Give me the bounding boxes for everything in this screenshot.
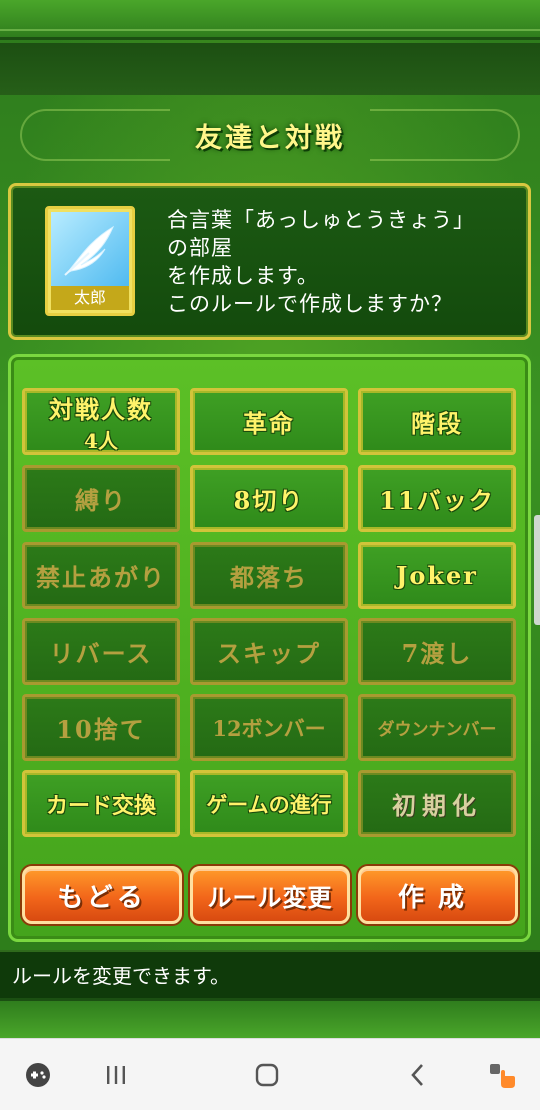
rule-eight-cut-label: 8切り	[233, 486, 305, 515]
rule-stairs-label: 階段	[411, 409, 463, 438]
room-line: の部屋	[167, 236, 233, 260]
reset-rules-label: 初期化	[392, 791, 482, 820]
rule-down-number-button[interactable]: ダウンナンバー	[358, 694, 516, 761]
top-decoration	[0, 0, 540, 40]
room-description: 合言葉「あっしゅとうきょう」 の部屋 を作成します。 このルールで作成しますか？	[167, 206, 529, 318]
title-ornament-left	[20, 109, 170, 161]
accessibility-icon[interactable]	[486, 1059, 518, 1091]
rule-joker-label: Joker	[396, 561, 478, 590]
title-ornament-right	[370, 109, 520, 161]
rule-eleven-back-label: 11バック	[379, 486, 495, 515]
rule-players-label: 対戦人数	[49, 394, 153, 424]
room-line: を作成します。	[167, 264, 319, 288]
gamepad-icon[interactable]	[22, 1059, 54, 1091]
title-bar: 友達と対戦	[0, 95, 540, 175]
room-info-panel: 太郎 合言葉「あっしゅとうきょう」 の部屋 を作成します。 このルールで作成しま…	[8, 183, 531, 340]
create-button[interactable]: 作成	[358, 866, 518, 924]
rule-stairs-button[interactable]: 階段	[358, 388, 516, 455]
rule-players-button[interactable]: 対戦人数 4人	[22, 388, 180, 455]
avatar-name: 太郎	[51, 286, 129, 310]
rule-down-number-label: ダウンナンバー	[377, 720, 497, 740]
edge-panel-handle[interactable]	[534, 515, 540, 625]
rule-revolution-button[interactable]: 革命	[190, 388, 348, 455]
change-rules-button[interactable]: ルール変更	[190, 866, 350, 924]
rule-forbidden-finish-button[interactable]: 禁止あがり	[22, 542, 180, 609]
room-line: 合言葉「あっしゅとうきょう」	[167, 208, 475, 232]
bottom-decoration	[0, 998, 540, 1038]
status-message: ルールを変更できます。	[12, 964, 230, 988]
rule-eight-cut-button[interactable]: 8切り	[190, 465, 348, 532]
rule-eleven-back-button[interactable]: 11バック	[358, 465, 516, 532]
rule-skip-label: スキップ	[217, 639, 321, 668]
rule-seven-pass-button[interactable]: 7渡し	[358, 618, 516, 685]
page-title: 友達と対戦	[195, 122, 345, 154]
room-line: このルールで作成しますか？	[167, 292, 453, 316]
game-screen: 友達と対戦 太郎 合言葉「あっしゅとうきょう」 の部屋 を作成します。 このルー…	[0, 0, 540, 1038]
system-nav-bar	[0, 1038, 540, 1110]
rule-twelve-bomber-label: 12ボンバー	[212, 715, 326, 741]
rule-capital-fall-label: 都落ち	[230, 563, 308, 592]
rule-joker-button[interactable]: Joker	[358, 542, 516, 609]
rule-ten-discard-button[interactable]: 10捨て	[22, 694, 180, 761]
rule-bind-label: 縛り	[75, 486, 127, 515]
feather-icon	[51, 212, 129, 287]
back-button[interactable]: もどる	[22, 866, 182, 924]
rule-capital-fall-button[interactable]: 都落ち	[190, 542, 348, 609]
avatar[interactable]: 太郎	[45, 206, 135, 316]
rule-revolution-label: 革命	[243, 409, 295, 438]
header-band	[0, 43, 540, 95]
reset-rules-button[interactable]: 初期化	[358, 770, 516, 837]
rule-reverse-label: リバース	[49, 639, 153, 668]
rule-skip-button[interactable]: スキップ	[190, 618, 348, 685]
rule-seven-pass-label: 7渡し	[401, 639, 473, 668]
message-bar: ルールを変更できます。	[0, 950, 540, 998]
rule-bind-button[interactable]: 縛り	[22, 465, 180, 532]
rule-game-progress-label: ゲームの進行	[206, 791, 332, 817]
rule-forbidden-finish-label: 禁止あがり	[36, 563, 166, 592]
recent-apps-icon[interactable]	[100, 1059, 132, 1091]
rule-reverse-button[interactable]: リバース	[22, 618, 180, 685]
rule-twelve-bomber-button[interactable]: 12ボンバー	[190, 694, 348, 761]
home-icon[interactable]	[251, 1059, 283, 1091]
rule-players-value: 4人	[84, 428, 118, 453]
rule-card-exchange-label: カード交換	[45, 792, 156, 819]
rule-card-exchange-button[interactable]: カード交換	[22, 770, 180, 837]
back-icon[interactable]	[402, 1059, 434, 1091]
rule-ten-discard-label: 10捨て	[56, 715, 146, 744]
rule-game-progress-button[interactable]: ゲームの進行	[190, 770, 348, 837]
